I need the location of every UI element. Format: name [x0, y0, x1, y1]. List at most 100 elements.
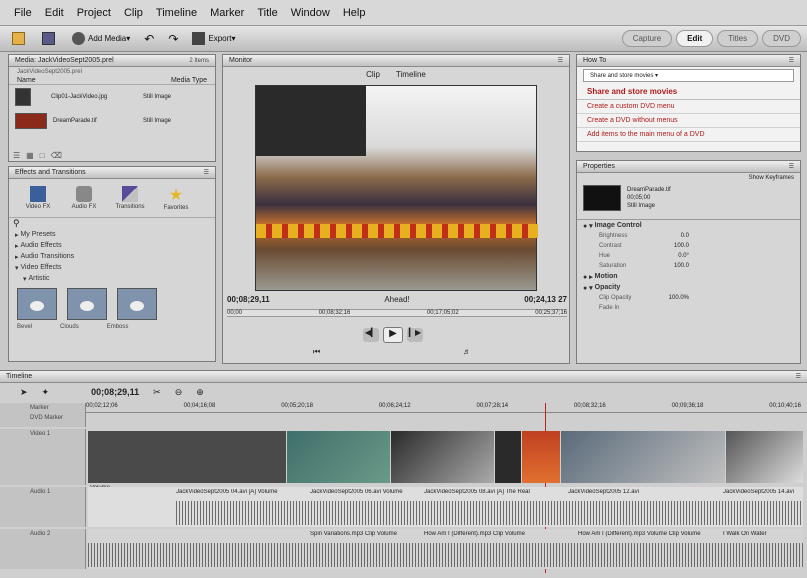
split-clip-icon[interactable]: ✂ [153, 387, 161, 398]
audio-clip-name[interactable]: JackVideoSept2005 04.avi [A] Volume [176, 489, 306, 495]
property-row[interactable]: Brightness 0.0 [577, 231, 800, 241]
how-to-link[interactable]: Create a custom DVD menu [577, 100, 800, 114]
tree-item-my-presets[interactable]: ▸ My Presets [9, 229, 215, 240]
zoom-out-icon[interactable]: ⊖ [175, 387, 183, 398]
volume-icon[interactable]: ♬ [463, 347, 471, 356]
panel-menu-icon[interactable]: ☰ [558, 57, 563, 64]
video-clip[interactable] [561, 431, 725, 483]
property-row[interactable]: Clip Opacity 100.0% [577, 293, 800, 303]
property-value[interactable]: 100.0 [659, 243, 689, 249]
effect-thumbnail[interactable] [117, 288, 157, 320]
how-to-dropdown[interactable]: Share and store movies ▾ [583, 69, 794, 82]
property-row[interactable]: Fade In [577, 303, 800, 313]
video-clip[interactable] [390, 431, 494, 483]
video-fx-button[interactable]: Video FX [17, 186, 59, 210]
menu-help[interactable]: Help [343, 7, 366, 19]
selection-tool-icon[interactable]: ➤ [20, 387, 28, 398]
undo-button[interactable]: ↶ [144, 32, 154, 46]
tree-item-artistic[interactable]: ▾ Artistic [9, 273, 215, 284]
menu-file[interactable]: File [14, 7, 32, 19]
video-clip[interactable] [725, 431, 803, 483]
property-row[interactable]: Saturation 100.0 [577, 261, 800, 271]
video-clip[interactable] [286, 431, 390, 483]
video-clip[interactable] [494, 431, 521, 483]
video-preview[interactable] [255, 85, 538, 291]
media-count: 2 Items [189, 57, 209, 64]
tree-item-video-effects[interactable]: ▾ Video Effects [9, 262, 215, 273]
property-value[interactable]: 0.0° [659, 253, 689, 259]
effect-thumbnail[interactable] [17, 288, 57, 320]
video-clip[interactable] [521, 431, 561, 483]
ruler-tick: 00;02;12;06 [86, 403, 118, 409]
icon-view-icon[interactable]: ▦ [26, 151, 34, 160]
audio-clip-name[interactable]: JackVideoSept2005 12.avi [568, 489, 718, 495]
add-media-button[interactable]: Add Media ▾ [72, 32, 130, 45]
transitions-button[interactable]: Transitions [109, 186, 151, 210]
property-row[interactable]: Contrast 100.0 [577, 241, 800, 251]
capture-mode-button[interactable]: Capture [621, 30, 673, 47]
section-motion[interactable]: ● ▸ Motion [577, 271, 800, 282]
property-value[interactable]: 0.0 [659, 233, 689, 239]
timeline-current-time[interactable]: 00;08;29,11 [91, 387, 139, 397]
menu-window[interactable]: Window [291, 7, 330, 19]
menu-marker[interactable]: Marker [210, 7, 244, 19]
column-media-type[interactable]: Media Type [171, 77, 207, 84]
section-image-control[interactable]: ● ▾ Image Control [577, 220, 800, 231]
new-project-button[interactable] [12, 32, 28, 45]
tab-timeline[interactable]: Timeline [396, 70, 426, 79]
current-time[interactable]: 00;08;29,11 [227, 295, 270, 304]
audio-clip-name[interactable]: Spin Variations.mp3 Clip Volume [310, 531, 422, 537]
media-item-name: DreamParade.tif [53, 118, 97, 124]
how-to-link[interactable]: Create a DVD without menus [577, 114, 800, 128]
save-button[interactable] [42, 32, 58, 45]
effect-thumbnail[interactable] [67, 288, 107, 320]
menu-timeline[interactable]: Timeline [156, 7, 197, 19]
panel-menu-icon[interactable]: ☰ [789, 163, 794, 170]
favorites-button[interactable]: ★ Favorites [155, 185, 197, 211]
audio-clip-name[interactable]: I Walk On Water [723, 531, 803, 537]
play-icon[interactable]: ▶ [383, 327, 403, 343]
edit-mode-button[interactable]: Edit [676, 30, 714, 47]
audio-fx-button[interactable]: Audio FX [63, 186, 105, 210]
monitor-ruler[interactable]: 00;00 00;08;32;16 00;17;05;02 00;25;37;1… [227, 309, 567, 317]
effects-search[interactable]: ⚲ [9, 217, 215, 229]
media-item[interactable]: DreamParade.tif Still Image [9, 109, 215, 133]
audio-clip-name[interactable]: JackVideoSept2005 06.avi Volume [310, 489, 422, 495]
menu-project[interactable]: Project [77, 7, 111, 19]
redo-button[interactable]: ↷ [168, 32, 178, 46]
column-name[interactable]: Name [17, 77, 36, 84]
list-view-icon[interactable]: ☰ [13, 151, 20, 160]
panel-menu-icon[interactable]: ☰ [796, 373, 801, 380]
property-value[interactable]: 100.0 [659, 263, 689, 269]
dvd-mode-button[interactable]: DVD [762, 30, 801, 47]
panel-menu-icon[interactable]: ☰ [204, 169, 209, 176]
goto-start-icon[interactable]: ⏮ [313, 347, 320, 357]
section-opacity[interactable]: ● ▾ Opacity [577, 282, 800, 293]
audio-clip-name[interactable]: JackVideoSept2005 14.avi [723, 489, 803, 495]
property-value[interactable]: 100.0% [659, 295, 689, 301]
menu-edit[interactable]: Edit [45, 7, 64, 19]
zoom-in-icon[interactable]: ⊕ [196, 387, 204, 398]
step-back-icon[interactable]: ◀▎ [363, 328, 379, 342]
titles-mode-button[interactable]: Titles [717, 30, 759, 47]
tab-clip[interactable]: Clip [366, 70, 380, 79]
timeline-ruler[interactable]: 00;02;12;06 00;04;16;08 00;05;20;18 00;0… [86, 403, 807, 413]
how-to-link[interactable]: Add items to the main menu of a DVD [577, 128, 800, 142]
panel-menu-icon[interactable]: ☰ [789, 57, 794, 64]
trash-icon[interactable]: ⌫ [51, 151, 62, 160]
export-button[interactable]: Export ▾ [192, 32, 236, 45]
show-keyframes-link[interactable]: Show Keyframes [577, 173, 800, 183]
media-item[interactable]: Clip01-JackVideo.jpg Still Image [9, 85, 215, 109]
menu-clip[interactable]: Clip [124, 7, 143, 19]
menu-title[interactable]: Title [257, 7, 277, 19]
folder-icon[interactable]: □ [40, 151, 45, 160]
audio-clip-name[interactable]: How Am I (Different).mp3 Volume Clip Vol… [578, 531, 718, 537]
audio-clip-name[interactable]: How Am I (Different).mp3 Clip Volume [424, 531, 574, 537]
property-row[interactable]: Hue 0.0° [577, 251, 800, 261]
video-clip[interactable] [88, 431, 286, 483]
tree-item-audio-transitions[interactable]: ▸ Audio Transitions [9, 251, 215, 262]
tree-item-audio-effects[interactable]: ▸ Audio Effects [9, 240, 215, 251]
step-forward-icon[interactable]: ▎▶ [407, 328, 423, 342]
razor-tool-icon[interactable]: ✦ [42, 387, 50, 398]
audio-clip-name[interactable]: JackVideoSept2005 08.avi [A] The Real [424, 489, 564, 495]
